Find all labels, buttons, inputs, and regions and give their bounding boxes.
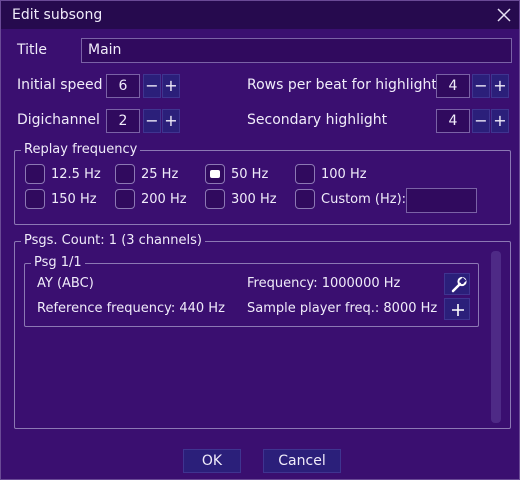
- psgs-scrollbar[interactable]: [491, 251, 501, 423]
- checkbox-50-hz[interactable]: [205, 164, 225, 184]
- secondary-highlight-decrement-button[interactable]: −: [472, 109, 490, 133]
- close-icon[interactable]: [495, 6, 513, 24]
- psg-frequency: Frequency: 1000000 Hz: [247, 276, 401, 291]
- psg-reference-frequency: Reference frequency: 440 Hz: [37, 301, 225, 316]
- psg-1-title: Psg 1/1: [31, 255, 85, 270]
- label-12-5-hz: 12.5 Hz: [51, 167, 101, 182]
- psgs-count-title: Psgs. Count: 1 (3 channels): [21, 233, 205, 248]
- initial-speed-decrement-button[interactable]: −: [143, 74, 161, 98]
- edit-subsong-dialog: Edit subsong Title Main Initial speed 6 …: [0, 0, 520, 480]
- checkbox-200-hz[interactable]: [115, 189, 135, 209]
- replay-frequency-title: Replay frequency: [21, 142, 141, 157]
- checkbox-12-5-hz[interactable]: [25, 164, 45, 184]
- label-300-hz: 300 Hz: [231, 192, 277, 207]
- label-custom-hz: Custom (Hz):: [321, 192, 407, 207]
- wrench-icon: [451, 276, 467, 293]
- psg-type: AY (ABC): [37, 276, 94, 291]
- initial-speed-increment-button[interactable]: +: [162, 74, 180, 98]
- checkbox-300-hz[interactable]: [205, 189, 225, 209]
- custom-frequency-input[interactable]: [406, 188, 477, 213]
- secondary-highlight-input[interactable]: 4: [436, 109, 470, 133]
- digichannel-decrement-button[interactable]: −: [143, 109, 161, 133]
- digichannel-label: Digichannel: [17, 112, 100, 128]
- title-bar: Edit subsong: [1, 1, 519, 29]
- checkbox-25-hz[interactable]: [115, 164, 135, 184]
- label-150-hz: 150 Hz: [51, 192, 97, 207]
- checkbox-150-hz[interactable]: [25, 189, 45, 209]
- rows-per-beat-decrement-button[interactable]: −: [472, 74, 490, 98]
- digichannel-increment-button[interactable]: +: [162, 109, 180, 133]
- add-psg-button[interactable]: [444, 298, 470, 320]
- rows-per-beat-increment-button[interactable]: +: [491, 74, 509, 98]
- plus-icon: [452, 304, 464, 316]
- checkbox-100-hz[interactable]: [295, 164, 315, 184]
- digichannel-input[interactable]: 2: [106, 109, 140, 133]
- label-50-hz: 50 Hz: [231, 167, 269, 182]
- edit-psg-button[interactable]: [444, 273, 470, 295]
- cancel-button[interactable]: Cancel: [263, 449, 341, 473]
- ok-button[interactable]: OK: [183, 449, 241, 473]
- psg-1-group: [24, 263, 479, 327]
- title-input[interactable]: Main: [81, 38, 512, 63]
- secondary-highlight-increment-button[interactable]: +: [491, 109, 509, 133]
- rows-per-beat-input[interactable]: 4: [436, 74, 470, 98]
- label-25-hz: 25 Hz: [141, 167, 179, 182]
- title-label: Title: [17, 42, 48, 58]
- label-200-hz: 200 Hz: [141, 192, 187, 207]
- initial-speed-label: Initial speed: [17, 77, 103, 93]
- label-100-hz: 100 Hz: [321, 167, 367, 182]
- secondary-highlight-label: Secondary highlight: [247, 112, 388, 128]
- rows-per-beat-label: Rows per beat for highlight: [247, 77, 437, 93]
- initial-speed-input[interactable]: 6: [106, 74, 140, 98]
- window-title: Edit subsong: [12, 7, 103, 23]
- checkbox-custom-hz[interactable]: [295, 189, 315, 209]
- psg-sample-player-frequency: Sample player freq.: 8000 Hz: [247, 301, 438, 316]
